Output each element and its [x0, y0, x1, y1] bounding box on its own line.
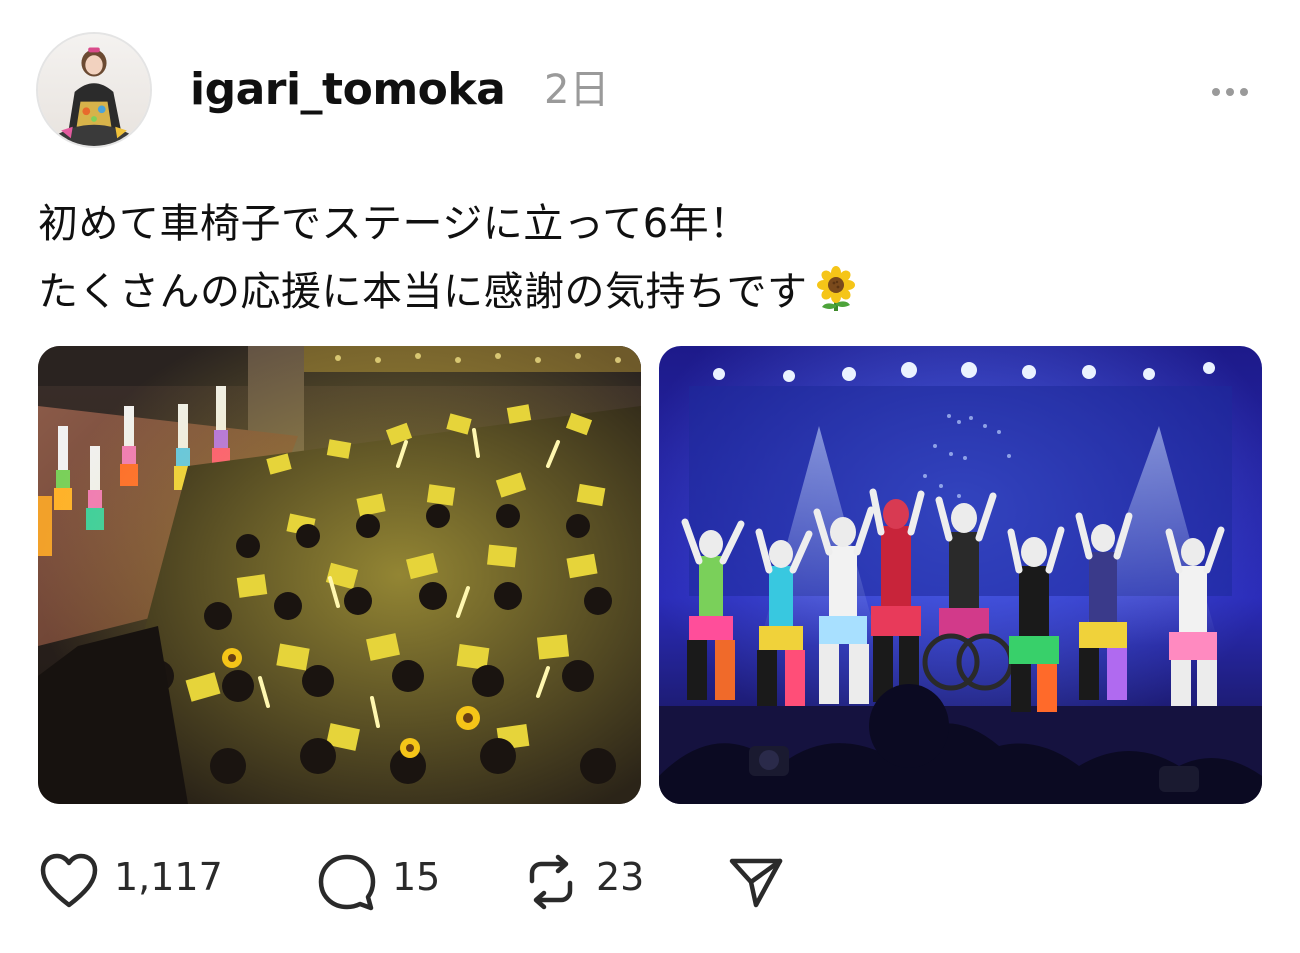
- post-caption: 初めて車椅子でステージに立って6年！ たくさんの応援に本当に感謝の気持ちです: [38, 190, 1258, 326]
- concert-audience-photo: [38, 346, 641, 804]
- sunflower-icon: [812, 265, 860, 313]
- more-options-icon: [1212, 88, 1248, 96]
- caption-line-2-text: たくさんの応援に本当に感謝の気持ちです: [38, 269, 808, 315]
- avatar[interactable]: [36, 32, 152, 148]
- comment-bubble-icon: [318, 854, 376, 911]
- comment-count: 15: [392, 855, 441, 899]
- repost-count: 23: [596, 855, 645, 899]
- like-count: 1,117: [114, 855, 223, 899]
- caption-line-2: たくさんの応援に本当に感謝の気持ちです: [38, 258, 1258, 326]
- repost-button[interactable]: 23: [520, 850, 644, 914]
- like-button[interactable]: 1,117: [38, 850, 223, 914]
- heart-icon: [40, 853, 98, 908]
- post-image-2[interactable]: [659, 346, 1262, 804]
- caption-line-1: 初めて車椅子でステージに立って6年！: [38, 201, 750, 247]
- username[interactable]: igari_tomoka: [190, 62, 506, 118]
- repost-icon: [529, 854, 573, 910]
- share-button[interactable]: [726, 850, 788, 914]
- avatar-image: [38, 34, 150, 146]
- send-icon: [729, 858, 783, 908]
- stage-performance-photo: [659, 346, 1262, 804]
- more-options-button[interactable]: [1202, 72, 1258, 112]
- comment-button[interactable]: 15: [316, 850, 440, 914]
- post-image-1[interactable]: [38, 346, 641, 804]
- post-timestamp: 2日: [544, 67, 610, 113]
